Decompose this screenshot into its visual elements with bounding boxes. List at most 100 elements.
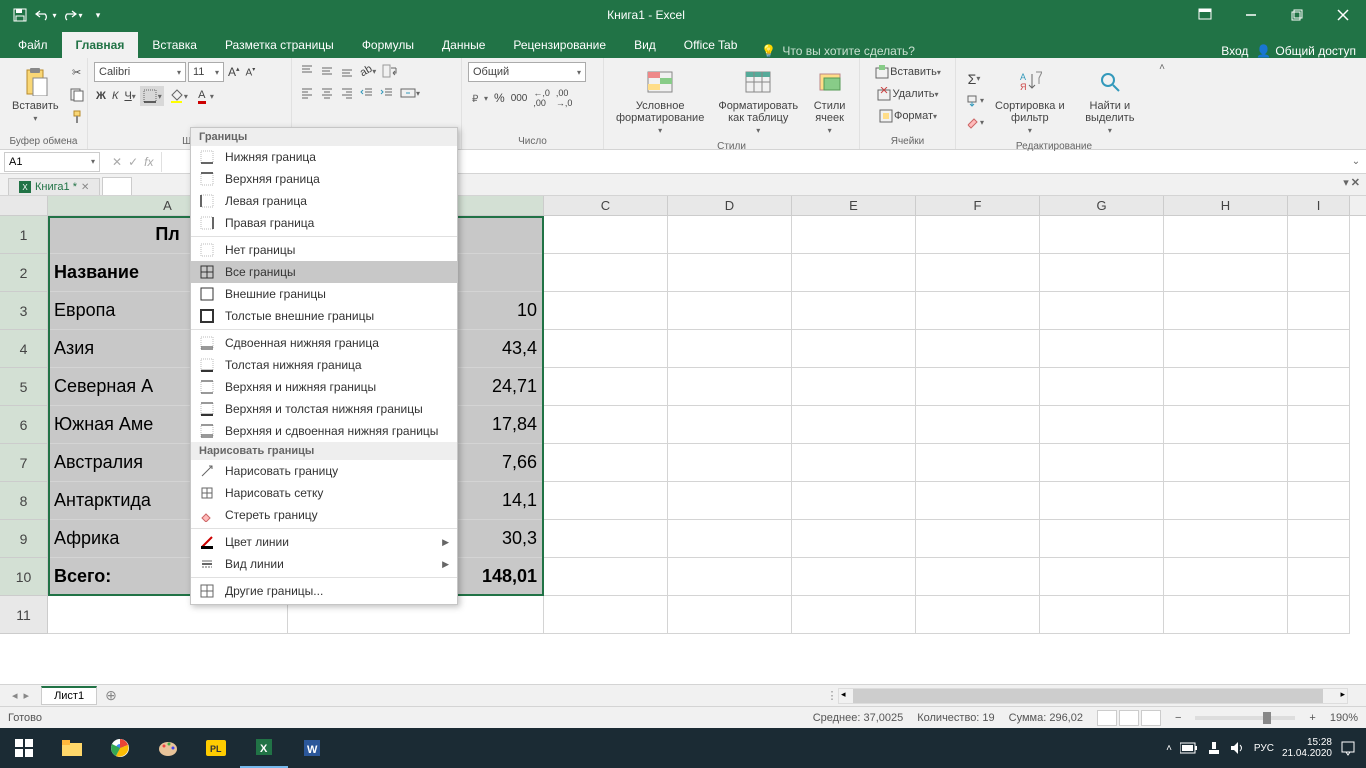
- format-as-table-button[interactable]: Форматировать как таблицу▾: [712, 62, 804, 139]
- close-button[interactable]: [1320, 0, 1366, 30]
- borders-menu-item[interactable]: Нет границы: [191, 239, 457, 261]
- row-header[interactable]: 4: [0, 330, 48, 368]
- zoom-slider[interactable]: [1195, 716, 1295, 720]
- cell[interactable]: [1040, 444, 1164, 482]
- cell[interactable]: [1040, 596, 1164, 634]
- tab-view[interactable]: Вид: [620, 32, 670, 58]
- cell[interactable]: [1164, 482, 1288, 520]
- cell[interactable]: [668, 406, 792, 444]
- align-right-button[interactable]: [338, 84, 356, 102]
- doc-tab-close-all[interactable]: ✕: [1351, 176, 1360, 189]
- cell[interactable]: [1164, 520, 1288, 558]
- borders-menu-item[interactable]: Толстая нижняя граница: [191, 354, 457, 376]
- file-explorer-taskbar[interactable]: [48, 728, 96, 768]
- autosum-button[interactable]: Σ▾: [962, 69, 986, 89]
- tab-file[interactable]: Файл: [4, 32, 62, 58]
- sort-filter-button[interactable]: АЯ Сортировка и фильтр▾: [988, 62, 1072, 139]
- cell[interactable]: [1288, 406, 1350, 444]
- cell[interactable]: [544, 292, 668, 330]
- cell[interactable]: [792, 292, 916, 330]
- borders-menu-item[interactable]: Вид линии▶: [191, 553, 457, 575]
- cell[interactable]: [916, 406, 1040, 444]
- column-header[interactable]: F: [916, 196, 1040, 215]
- cell[interactable]: [544, 596, 668, 634]
- minimize-button[interactable]: [1228, 0, 1274, 30]
- find-select-button[interactable]: Найти и выделить▾: [1074, 62, 1146, 139]
- cell[interactable]: [544, 558, 668, 596]
- cell[interactable]: [792, 368, 916, 406]
- cell[interactable]: [792, 596, 916, 634]
- tray-volume-icon[interactable]: [1230, 741, 1246, 755]
- borders-menu-item[interactable]: Сдвоенная нижняя граница: [191, 332, 457, 354]
- cell[interactable]: [916, 216, 1040, 254]
- tray-chevron-icon[interactable]: ˄: [1166, 743, 1172, 754]
- cell[interactable]: [916, 558, 1040, 596]
- tray-notifications-icon[interactable]: [1340, 740, 1356, 756]
- row-header[interactable]: 8: [0, 482, 48, 520]
- column-header[interactable]: E: [792, 196, 916, 215]
- row-header[interactable]: 7: [0, 444, 48, 482]
- tab-office-tab[interactable]: Office Tab: [670, 32, 752, 58]
- sheet-nav-next[interactable]: ▸: [24, 689, 30, 702]
- app-taskbar[interactable]: PL: [192, 728, 240, 768]
- align-left-button[interactable]: [298, 84, 316, 102]
- sign-in-link[interactable]: Вход: [1221, 44, 1248, 58]
- cell[interactable]: [792, 482, 916, 520]
- close-tab-button[interactable]: ✕: [81, 182, 89, 193]
- row-header[interactable]: 1: [0, 216, 48, 254]
- cell[interactable]: [668, 368, 792, 406]
- cell[interactable]: [1040, 520, 1164, 558]
- tab-page-layout[interactable]: Разметка страницы: [211, 32, 348, 58]
- cell[interactable]: [792, 520, 916, 558]
- tab-review[interactable]: Рецензирование: [499, 32, 620, 58]
- cell[interactable]: [544, 368, 668, 406]
- cell[interactable]: [1164, 216, 1288, 254]
- borders-menu-item[interactable]: Верхняя граница: [191, 168, 457, 190]
- increase-font-button[interactable]: A▴: [226, 63, 242, 81]
- tab-data[interactable]: Данные: [428, 32, 499, 58]
- cell[interactable]: [916, 254, 1040, 292]
- borders-menu-item[interactable]: Верхняя и нижняя границы: [191, 376, 457, 398]
- format-cells-button[interactable]: Формат▾: [866, 106, 949, 126]
- font-size-combo[interactable]: 11▾: [188, 62, 224, 82]
- cell[interactable]: [668, 596, 792, 634]
- horizontal-scrollbar[interactable]: ◂▸: [838, 688, 1348, 704]
- redo-button[interactable]: ▾: [60, 3, 84, 27]
- row-header[interactable]: 2: [0, 254, 48, 292]
- expand-formula-bar-button[interactable]: ⌄: [1346, 156, 1366, 167]
- zoom-in-button[interactable]: +: [1309, 712, 1315, 724]
- cell[interactable]: [1164, 558, 1288, 596]
- cell[interactable]: [1164, 406, 1288, 444]
- font-color-button[interactable]: А▾: [192, 86, 216, 106]
- cell[interactable]: [1288, 368, 1350, 406]
- cell[interactable]: [1288, 216, 1350, 254]
- select-all-corner[interactable]: [0, 196, 48, 215]
- cell[interactable]: [916, 596, 1040, 634]
- cell[interactable]: [1040, 482, 1164, 520]
- cell[interactable]: [1164, 254, 1288, 292]
- borders-button[interactable]: ▾: [140, 86, 164, 106]
- cell[interactable]: [1288, 482, 1350, 520]
- cell[interactable]: [544, 444, 668, 482]
- cell[interactable]: [1288, 444, 1350, 482]
- cell[interactable]: [1040, 406, 1164, 444]
- decrease-decimal-button[interactable]: ,00→,0: [554, 86, 575, 110]
- cell[interactable]: [544, 216, 668, 254]
- borders-menu-item[interactable]: Нарисовать границу: [191, 460, 457, 482]
- tray-clock[interactable]: 15:28 21.04.2020: [1282, 737, 1332, 759]
- cell[interactable]: [668, 330, 792, 368]
- cell[interactable]: [1164, 368, 1288, 406]
- tab-formulas[interactable]: Формулы: [348, 32, 428, 58]
- cell[interactable]: [792, 216, 916, 254]
- collapse-ribbon-button[interactable]: ˄: [1152, 58, 1172, 149]
- row-header[interactable]: 11: [0, 596, 48, 634]
- add-sheet-button[interactable]: ⊕: [97, 687, 125, 704]
- page-layout-view-button[interactable]: [1119, 710, 1139, 726]
- row-header[interactable]: 5: [0, 368, 48, 406]
- cell[interactable]: [1040, 216, 1164, 254]
- column-header[interactable]: C: [544, 196, 668, 215]
- percent-button[interactable]: %: [492, 89, 507, 107]
- borders-menu-item[interactable]: Правая граница: [191, 212, 457, 234]
- borders-menu-item[interactable]: Все границы: [191, 261, 457, 283]
- cell[interactable]: [916, 482, 1040, 520]
